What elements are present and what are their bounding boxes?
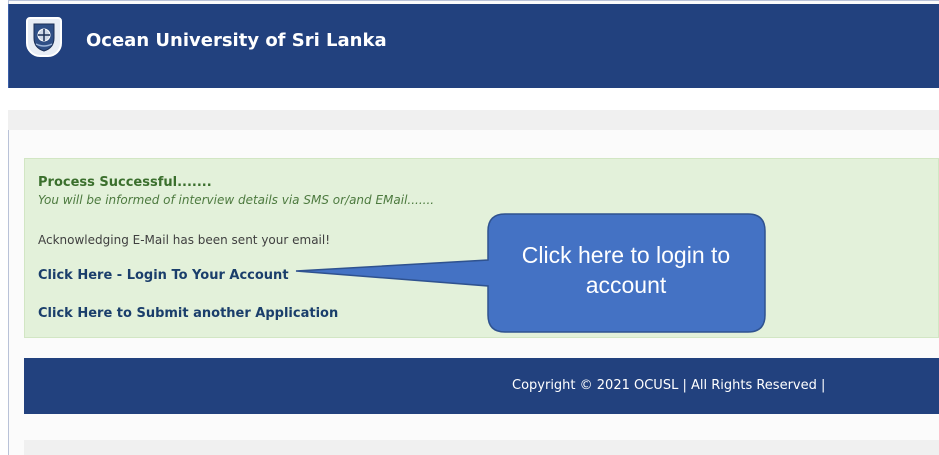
success-title: Process Successful....... [38,175,212,190]
footer-bottom-strip [24,440,939,455]
callout-line-2: account [585,272,667,298]
copyright-text: Copyright © 2021 OCUSL | All Rights Rese… [512,378,826,393]
callout-line-1: Click here to login to [521,242,731,268]
university-crest-icon[interactable] [26,17,62,57]
site-title: Ocean University of Sri Lanka [86,30,387,51]
nav-strip [8,110,939,130]
acknowledgement-text: Acknowledging E-Mail has been sent your … [38,233,331,247]
success-subtitle: You will be informed of interview detail… [38,193,435,207]
header-spacer [8,88,939,110]
login-link[interactable]: Click Here - Login To Your Account [38,268,289,283]
callout-text: Click here to login to account [488,240,764,300]
submit-another-application-link[interactable]: Click Here to Submit another Application [38,306,338,321]
